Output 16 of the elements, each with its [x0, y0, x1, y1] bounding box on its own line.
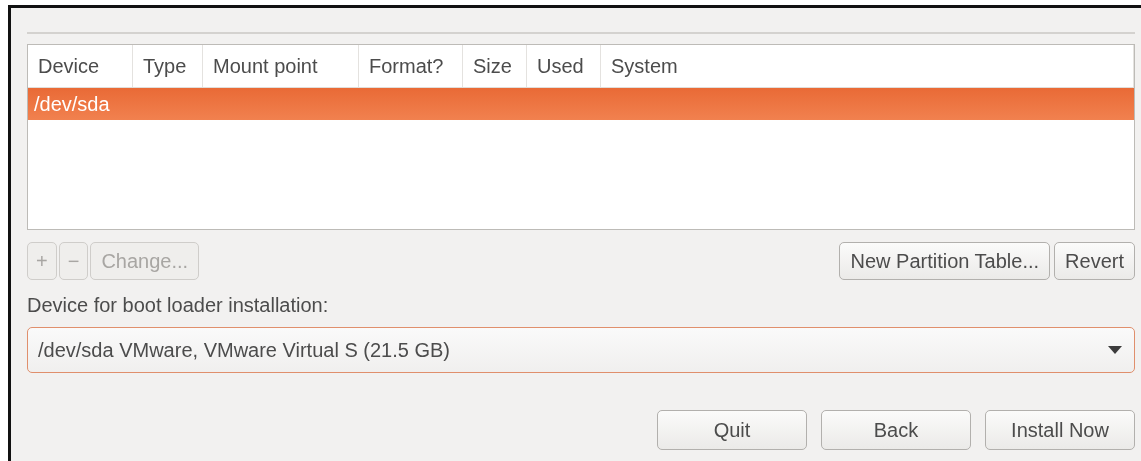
column-header[interactable]: Type	[133, 45, 203, 87]
table-button[interactable]: New Partition Table...	[839, 242, 1051, 280]
table-button[interactable]: Revert	[1054, 242, 1135, 280]
column-header[interactable]: System	[601, 45, 1134, 87]
footer-button[interactable]: Install Now	[985, 410, 1135, 450]
column-header[interactable]: Mount point	[203, 45, 359, 87]
column-header[interactable]: Size	[463, 45, 527, 87]
table-cell: /dev/sda	[34, 92, 110, 116]
boot-device-dropdown[interactable]: /dev/sda VMware, VMware Virtual S (21.5 GB)	[27, 327, 1135, 373]
footer-button[interactable]: Quit	[657, 410, 807, 450]
column-header[interactable]: Used	[527, 45, 601, 87]
dropdown-caret-icon	[1108, 346, 1122, 354]
column-header[interactable]: Format?	[359, 45, 463, 87]
boot-loader-label: Device for boot loader installation:	[27, 294, 330, 317]
footer-button[interactable]: Back	[821, 410, 971, 450]
column-header[interactable]: Device	[28, 45, 133, 87]
